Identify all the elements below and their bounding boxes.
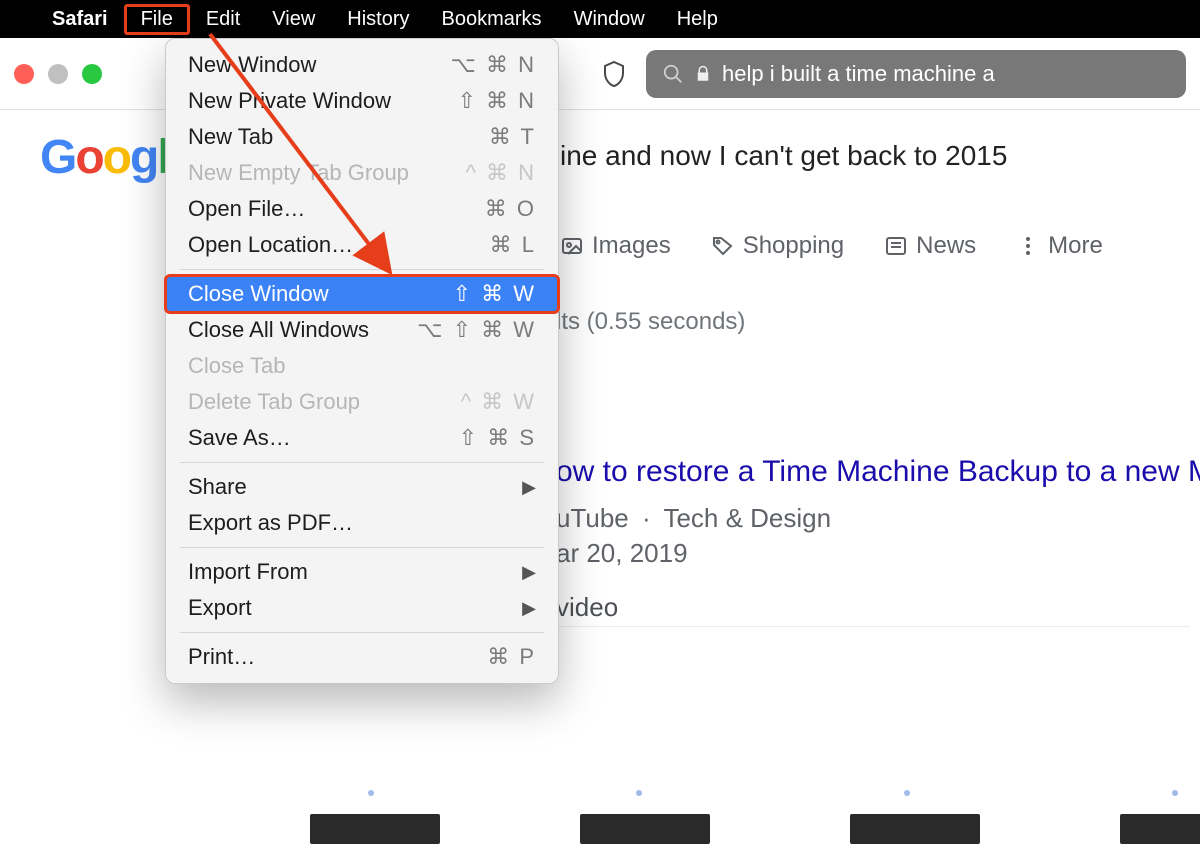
video-thumb[interactable]	[580, 814, 710, 844]
result-meta: uTube · Tech & Design	[556, 503, 831, 534]
search-query-display: ine and now I can't get back to 2015	[560, 140, 1007, 172]
menu-open-file[interactable]: Open File…⌘ O	[166, 191, 558, 227]
menubar-view[interactable]: View	[256, 4, 331, 35]
menu-delete-tab-group: Delete Tab Group^ ⌘ W	[166, 384, 558, 420]
video-thumbnails	[310, 814, 1200, 844]
file-menu-dropdown: New Window⌥ ⌘ N New Private Window⇧ ⌘ N …	[165, 38, 559, 684]
menu-new-private-window[interactable]: New Private Window⇧ ⌘ N	[166, 83, 558, 119]
url-text: help i built a time machine a	[722, 61, 995, 87]
video-thumb[interactable]	[310, 814, 440, 844]
menubar-history[interactable]: History	[331, 4, 425, 35]
search-icon	[662, 63, 684, 85]
menubar-window[interactable]: Window	[558, 4, 661, 35]
news-icon	[884, 234, 908, 258]
menubar-app[interactable]: Safari	[36, 4, 124, 35]
menu-export-pdf[interactable]: Export as PDF…	[166, 505, 558, 541]
submenu-arrow-icon: ▶	[522, 477, 536, 498]
tab-images-label: Images	[592, 232, 671, 260]
tab-more[interactable]: More	[1016, 232, 1103, 260]
tab-shopping[interactable]: Shopping	[711, 232, 844, 260]
menubar-file[interactable]: File	[124, 4, 190, 35]
tab-images[interactable]: Images	[560, 232, 671, 260]
video-section-label: video	[556, 592, 618, 623]
result-channel[interactable]: Tech & Design	[663, 503, 831, 533]
menu-close-all-windows[interactable]: Close All Windows⌥ ⇧ ⌘ W	[166, 312, 558, 348]
menu-new-empty-tab-group: New Empty Tab Group^ ⌘ N	[166, 155, 558, 191]
google-logo[interactable]: Googl	[40, 130, 169, 185]
result-stats: lts (0.55 seconds)	[556, 308, 745, 336]
close-window-dot[interactable]	[14, 64, 34, 84]
menu-save-as[interactable]: Save As…⇧ ⌘ S	[166, 420, 558, 456]
video-thumb[interactable]	[1120, 814, 1200, 844]
menu-print[interactable]: Print…⌘ P	[166, 639, 558, 675]
menu-share[interactable]: Share▶	[166, 469, 558, 505]
menu-separator	[180, 547, 544, 548]
privacy-shield-icon[interactable]	[602, 60, 626, 88]
menu-open-location[interactable]: Open Location…⌘ L	[166, 227, 558, 263]
menubar: Safari File Edit View History Bookmarks …	[0, 0, 1200, 38]
more-icon	[1016, 234, 1040, 258]
submenu-arrow-icon: ▶	[522, 598, 536, 619]
search-tabs: Images Shopping News More	[560, 232, 1103, 260]
menu-new-tab[interactable]: New Tab⌘ T	[166, 119, 558, 155]
tab-news[interactable]: News	[884, 232, 976, 260]
images-icon	[560, 234, 584, 258]
menu-close-window[interactable]: Close Window⇧ ⌘ W	[166, 276, 558, 312]
menubar-help[interactable]: Help	[661, 4, 734, 35]
menu-new-window[interactable]: New Window⌥ ⌘ N	[166, 47, 558, 83]
tab-shopping-label: Shopping	[743, 232, 844, 260]
result-site[interactable]: uTube	[556, 503, 629, 533]
menu-close-tab: Close Tab	[166, 348, 558, 384]
video-progress-dots	[368, 790, 1178, 794]
url-bar[interactable]: help i built a time machine a	[646, 50, 1186, 98]
menubar-edit[interactable]: Edit	[190, 4, 256, 35]
video-thumb[interactable]	[850, 814, 980, 844]
tag-icon	[711, 234, 735, 258]
zoom-window-dot[interactable]	[82, 64, 102, 84]
result-date: ar 20, 2019	[556, 538, 688, 569]
result-title-link[interactable]: ow to restore a Time Machine Backup to a…	[556, 455, 1200, 489]
menu-separator	[180, 462, 544, 463]
menu-separator	[180, 269, 544, 270]
menu-separator	[180, 632, 544, 633]
menubar-bookmarks[interactable]: Bookmarks	[426, 4, 558, 35]
menu-import-from[interactable]: Import From▶	[166, 554, 558, 590]
tab-news-label: News	[916, 232, 976, 260]
lock-icon	[694, 65, 712, 83]
menu-export[interactable]: Export▶	[166, 590, 558, 626]
traffic-lights	[14, 64, 102, 84]
minimize-window-dot[interactable]	[48, 64, 68, 84]
tab-more-label: More	[1048, 232, 1103, 260]
submenu-arrow-icon: ▶	[522, 562, 536, 583]
